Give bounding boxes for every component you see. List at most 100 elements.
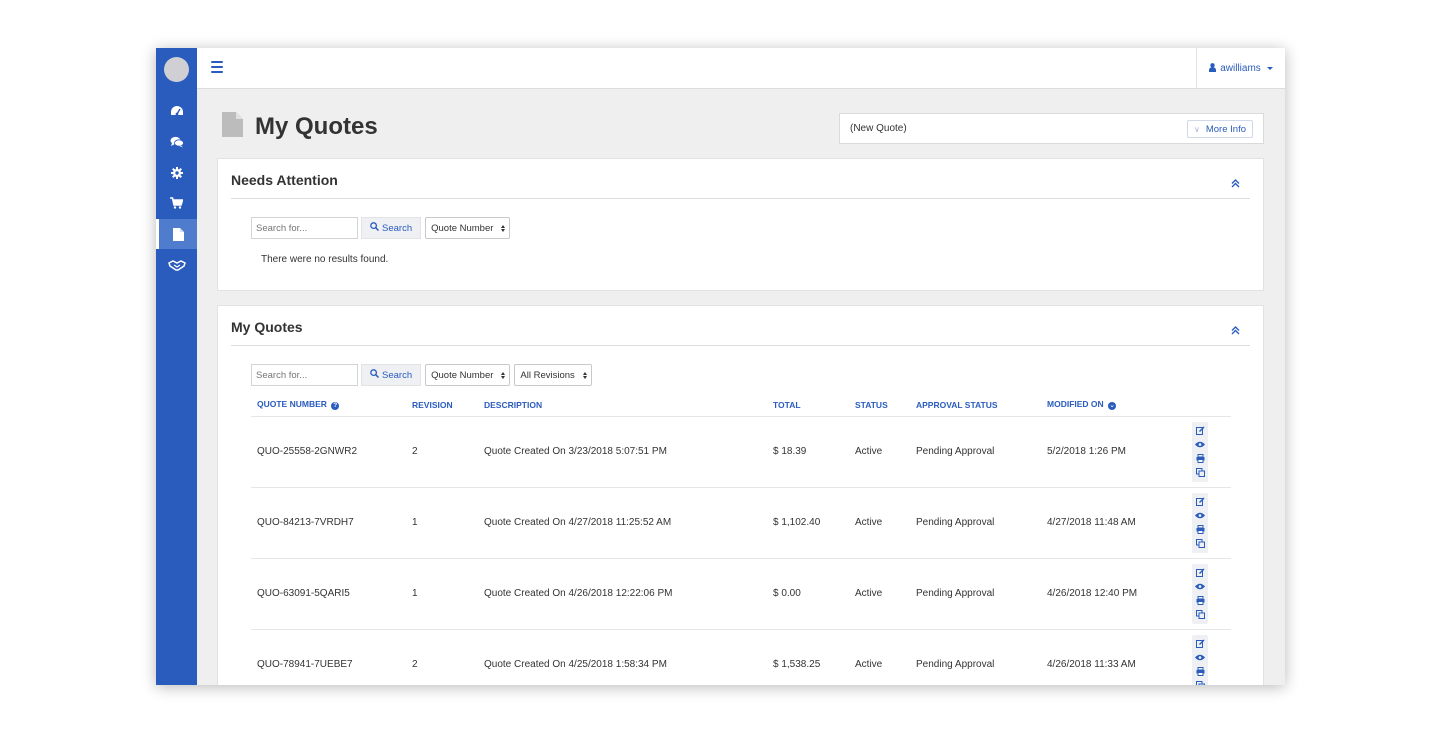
search-button[interactable]: Search — [361, 217, 422, 239]
search-button[interactable]: Search — [361, 364, 422, 386]
view-icon[interactable] — [1192, 438, 1208, 452]
view-icon[interactable] — [1192, 651, 1208, 665]
edit-icon[interactable] — [1192, 424, 1208, 438]
top-bar: awilliams — [197, 48, 1285, 89]
cart-icon — [170, 197, 183, 209]
sort-descending-icon[interactable]: ⌄ — [1108, 402, 1117, 411]
column-header-total[interactable]: TOTAL — [767, 394, 849, 417]
modified-on-cell: 4/26/2018 12:40 PM — [1041, 558, 1182, 630]
chevron-up-double-icon[interactable] — [1231, 322, 1240, 340]
column-header-description[interactable]: DESCRIPTION — [478, 394, 767, 417]
chevron-down-icon: ∨ — [1194, 124, 1200, 134]
search-field-select[interactable]: Quote Number — [425, 217, 511, 239]
table-row[interactable]: QUO-25558-2GNWR2 2 Quote Created On 3/23… — [251, 416, 1231, 488]
user-name: awilliams — [1220, 63, 1261, 74]
chevron-up-double-icon[interactable] — [1231, 175, 1240, 193]
copy-icon[interactable] — [1192, 537, 1208, 551]
approval-status-cell: Pending Approval — [910, 487, 1041, 559]
status-cell: Active — [849, 416, 910, 488]
copy-icon[interactable] — [1192, 608, 1208, 622]
sort-arrows-icon — [582, 371, 587, 379]
total-cell: $ 18.39 — [767, 416, 849, 488]
help-icon[interactable]: ? — [331, 402, 340, 411]
search-input[interactable] — [251, 364, 358, 386]
needs-attention-panel: Needs Attention Search Quote Number Ther… — [217, 158, 1264, 291]
row-actions — [1192, 492, 1208, 553]
sidebar-item-quotes[interactable] — [156, 219, 197, 249]
edit-icon[interactable] — [1192, 566, 1208, 580]
sidebar-item-cart[interactable] — [156, 188, 197, 218]
empty-message: There were no results found. — [261, 254, 389, 265]
row-actions — [1192, 634, 1208, 685]
approval-status-cell: Pending Approval — [910, 416, 1041, 488]
search-field-select[interactable]: Quote Number — [425, 364, 511, 386]
column-header-quote-number[interactable]: QUOTE NUMBER ? — [251, 394, 406, 417]
search-input[interactable] — [251, 217, 358, 239]
copy-icon[interactable] — [1192, 466, 1208, 480]
view-icon[interactable] — [1192, 509, 1208, 523]
table-row[interactable]: QUO-78941-7UEBE7 2 Quote Created On 4/25… — [251, 629, 1231, 685]
status-cell: Active — [849, 558, 910, 630]
chevron-down-icon — [1266, 67, 1273, 70]
edit-icon[interactable] — [1192, 637, 1208, 651]
print-icon[interactable] — [1192, 665, 1208, 679]
column-header-modified-on[interactable]: MODIFIED ON ⌄ — [1041, 394, 1182, 417]
row-actions — [1192, 421, 1208, 482]
my-quotes-panel: My Quotes Search Quote Number All Revisi… — [217, 305, 1264, 685]
copy-icon[interactable] — [1192, 679, 1208, 685]
app-window: awilliams My Quotes (New Quote) ∨ More I… — [156, 48, 1285, 685]
print-icon[interactable] — [1192, 594, 1208, 608]
document-icon — [222, 112, 243, 142]
revision-cell: 2 — [406, 416, 478, 488]
sidebar-item-chat[interactable] — [156, 127, 197, 157]
quote-number-cell: QUO-84213-7VRDH7 — [251, 487, 406, 559]
print-icon[interactable] — [1192, 523, 1208, 537]
page-header: My Quotes — [222, 112, 378, 142]
search-button-label: Search — [382, 369, 413, 381]
table-row[interactable]: QUO-84213-7VRDH7 1 Quote Created On 4/27… — [251, 487, 1231, 559]
status-cell: Active — [849, 487, 910, 559]
panel-title: Needs Attention — [231, 172, 338, 188]
sidebar-item-partners[interactable] — [156, 250, 197, 280]
revision-cell: 1 — [406, 487, 478, 559]
search-field-value: Quote Number — [431, 369, 494, 381]
quote-number-cell: QUO-63091-5QARI5 — [251, 558, 406, 630]
sort-arrows-icon — [501, 224, 506, 232]
row-actions — [1192, 563, 1208, 624]
revision-filter-select[interactable]: All Revisions — [514, 364, 592, 386]
table-row[interactable]: QUO-63091-5QARI5 1 Quote Created On 4/26… — [251, 558, 1231, 630]
description-cell: Quote Created On 4/26/2018 12:22:06 PM — [478, 558, 767, 630]
menu-toggle-icon[interactable] — [211, 61, 223, 73]
sidebar-item-dashboard[interactable] — [156, 96, 197, 126]
row-actions-cell — [1182, 558, 1231, 630]
new-quote-label: (New Quote) — [850, 123, 907, 134]
search-icon — [370, 222, 380, 234]
view-icon[interactable] — [1192, 580, 1208, 594]
column-header-revision[interactable]: REVISION — [406, 394, 478, 417]
user-menu[interactable]: awilliams — [1196, 48, 1285, 89]
more-info-button[interactable]: ∨ More Info — [1187, 120, 1253, 138]
edit-icon[interactable] — [1192, 495, 1208, 509]
column-header-actions — [1182, 394, 1231, 417]
quotes-table: QUOTE NUMBER ? REVISION DESCRIPTION TOTA… — [251, 394, 1231, 685]
print-icon[interactable] — [1192, 452, 1208, 466]
total-cell: $ 1,538.25 — [767, 629, 849, 685]
revision-cell: 1 — [406, 558, 478, 630]
column-header-approval-status[interactable]: APPROVAL STATUS — [910, 394, 1041, 417]
column-header-status[interactable]: STATUS — [849, 394, 910, 417]
modified-on-cell: 4/27/2018 11:48 AM — [1041, 487, 1182, 559]
revision-cell: 2 — [406, 629, 478, 685]
panel-title: My Quotes — [231, 319, 303, 335]
sidebar-item-settings[interactable] — [156, 158, 197, 188]
gear-icon — [170, 167, 183, 179]
needs-attention-header: Needs Attention — [231, 159, 1250, 199]
revision-filter-value: All Revisions — [520, 369, 575, 381]
avatar[interactable] — [164, 57, 189, 82]
more-info-label: More Info — [1205, 123, 1246, 135]
dashboard-icon — [170, 105, 184, 117]
description-cell: Quote Created On 3/23/2018 5:07:51 PM — [478, 416, 767, 488]
handshake-icon — [167, 259, 186, 271]
row-actions-cell — [1182, 487, 1231, 559]
quote-number-cell: QUO-25558-2GNWR2 — [251, 416, 406, 488]
total-cell: $ 1,102.40 — [767, 487, 849, 559]
